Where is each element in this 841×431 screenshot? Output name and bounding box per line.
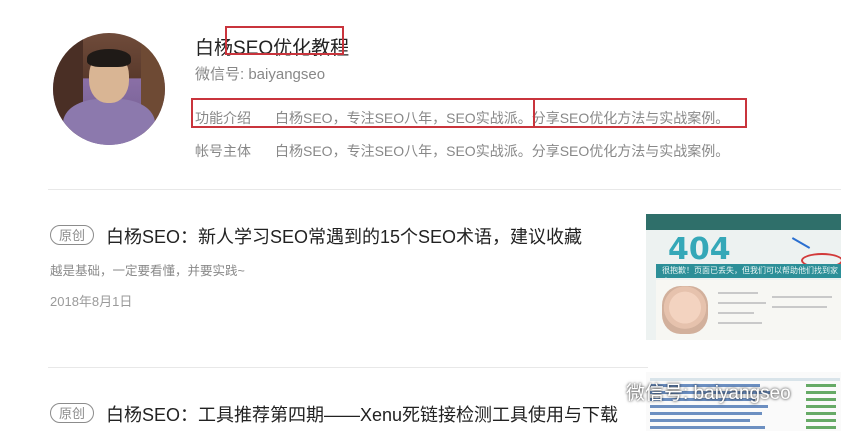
article-date: 2018年8月1日	[50, 294, 133, 309]
thumbnail-text-line	[718, 292, 758, 294]
article-description: 越是基础，一定要看懂，并要实践~	[50, 264, 245, 278]
highlight-box-intro-b	[533, 98, 747, 128]
wechat-watermark-icon	[595, 380, 617, 399]
thumbnail-text-line	[772, 296, 832, 298]
thumbnail-text-line	[718, 312, 754, 314]
thumbnail-404-text: 404	[668, 232, 731, 267]
thumbnail-baby-photo	[662, 286, 708, 334]
highlight-box-name	[225, 26, 344, 55]
thumbnail-header-bar	[646, 214, 841, 230]
thumbnail-arrow	[791, 237, 811, 249]
wechat-id: 微信号: baiyangseo	[195, 66, 326, 83]
thumbnail-text-line	[718, 322, 762, 324]
thumbnail-text-line	[772, 306, 827, 308]
watermark-text: 微信号: baiyangseo	[626, 383, 791, 404]
highlight-box-intro-a	[191, 98, 535, 128]
article-divider	[48, 367, 648, 368]
original-badge: 原创	[50, 403, 95, 423]
article-thumbnail[interactable]: 404 很抱歉！页面已丢失，但我们可以帮助他们找到家人...	[646, 214, 841, 340]
account-owner-label: 帐号主体	[195, 143, 251, 159]
article-title[interactable]: 白杨SEO：工具推荐第四期——Xenu死链接检测工具使用与下载	[106, 401, 618, 427]
original-badge: 原创	[50, 225, 95, 245]
account-owner-text: 白杨SEO，专注SEO八年，SEO实战派。分享SEO优化方法与实战案例。	[275, 143, 730, 159]
thumbnail-text-line	[718, 302, 766, 304]
article-title[interactable]: 白杨SEO：新人学习SEO常遇到的15个SEO术语，建议收藏	[106, 223, 582, 249]
section-divider	[48, 189, 841, 190]
account-owner-row: 帐号主体 白杨SEO，专注SEO八年，SEO实战派。分享SEO优化方法与实战案例。	[195, 141, 729, 161]
account-avatar[interactable]	[53, 33, 165, 145]
